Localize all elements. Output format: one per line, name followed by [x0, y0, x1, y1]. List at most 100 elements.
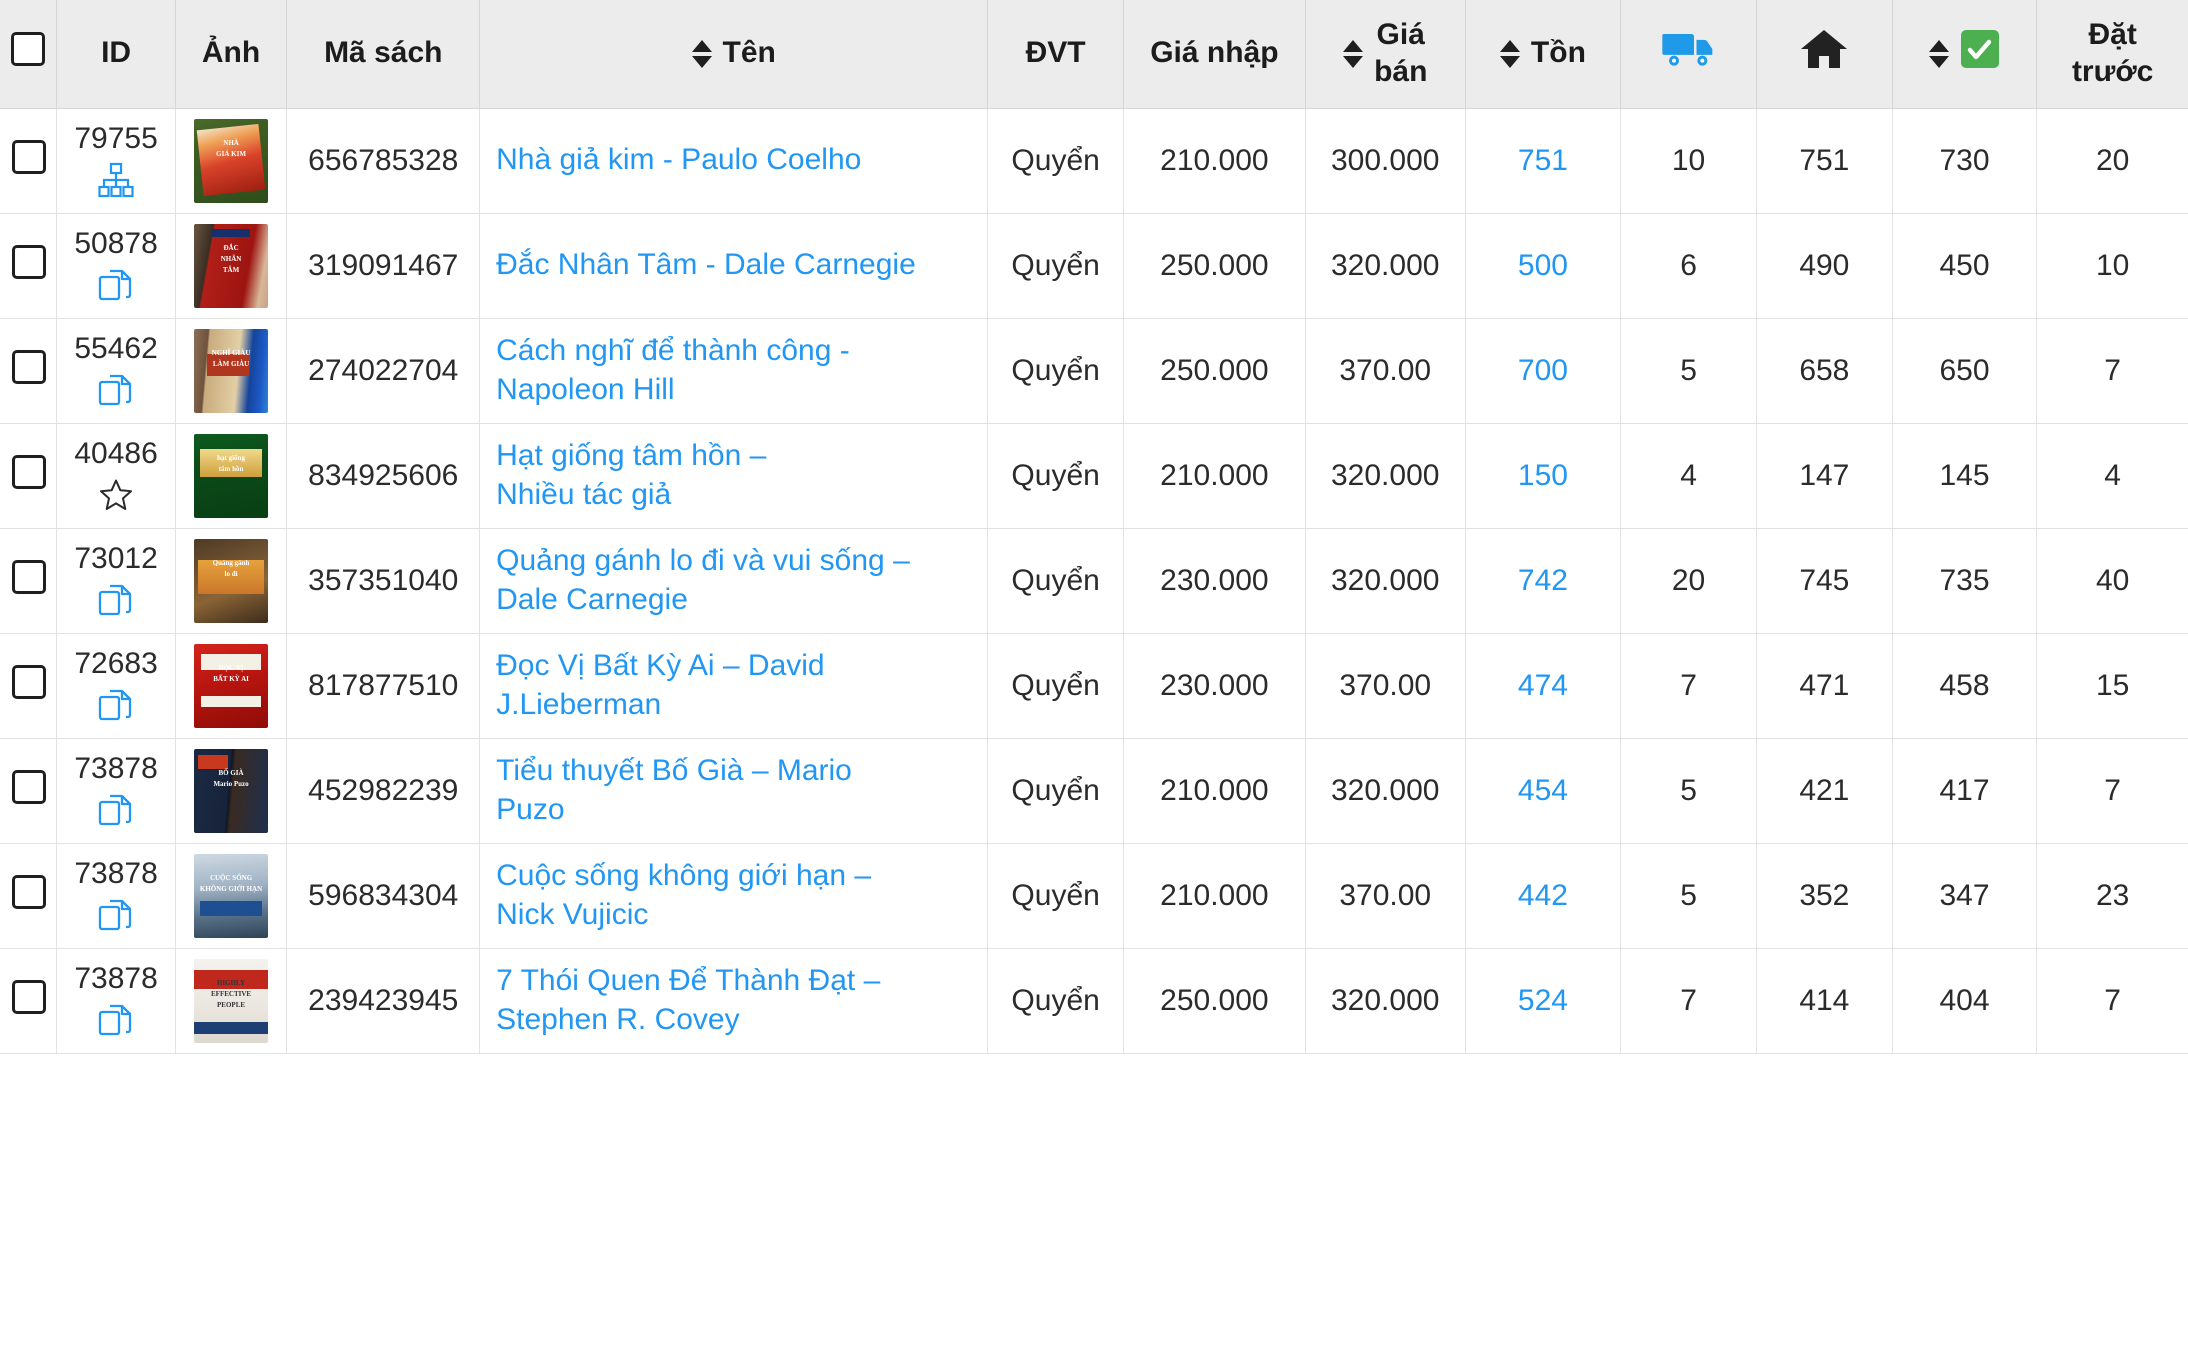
row-select-cell: [0, 738, 57, 843]
book-cover-thumbnail[interactable]: hạt giốngtâm hồn: [194, 434, 268, 518]
row-checkbox[interactable]: [12, 560, 46, 594]
row-id-cell: 72683: [57, 633, 175, 738]
column-header-name[interactable]: Tên: [480, 0, 988, 108]
table-row[interactable]: 55462NGHĨ GIÀULÀM GIÀU274022704Cách nghĩ…: [0, 318, 2188, 423]
row-stock-link[interactable]: 751: [1518, 144, 1568, 177]
table-row[interactable]: 73878BỐ GIÀMario Puzo452982239Tiểu thuyế…: [0, 738, 2188, 843]
table-row[interactable]: 79755NHÀGIẢ KIM656785328Nhà giả kim - Pa…: [0, 108, 2188, 213]
row-shipping-value: 7: [1680, 669, 1697, 702]
row-id-cell: 55462: [57, 318, 175, 423]
row-out-price-value: 320.000: [1331, 249, 1439, 282]
column-header-stock[interactable]: Tồn: [1465, 0, 1621, 108]
row-id-value: 55462: [74, 334, 157, 364]
row-shipping-cell: 5: [1621, 843, 1757, 948]
column-header-available[interactable]: [1892, 0, 2037, 108]
row-checkbox[interactable]: [12, 665, 46, 699]
row-checkbox[interactable]: [12, 455, 46, 489]
row-available-value: 404: [1939, 984, 1989, 1017]
row-id-cell: 79755: [57, 108, 175, 213]
book-cover-thumbnail[interactable]: ĐỌC VỊBẤT KỲ AI: [194, 644, 268, 728]
cover-text: LÀM GIÀU: [194, 361, 268, 368]
row-preorder-value: 7: [2104, 774, 2121, 807]
book-title-link[interactable]: Nhà giả kim - Paulo Coelho: [496, 141, 971, 179]
book-title-link[interactable]: Đọc Vị Bất Kỳ Ai – David J.Lieberman: [496, 647, 971, 724]
row-preorder-cell: 40: [2037, 528, 2188, 633]
table-row[interactable]: 73012 Quảng gánhlo đi 357351040Quảng gánh …: [0, 528, 2188, 633]
book-cover-thumbnail[interactable]: CUỘC SỐNGKHÔNG GIỚI HẠN: [194, 854, 268, 938]
row-unit-value: Quyển: [1011, 459, 1099, 492]
book-title-link[interactable]: Đắc Nhân Tâm - Dale Carnegie: [496, 246, 971, 284]
book-cover-thumbnail[interactable]: ĐẮCNHÂNTÂM: [194, 224, 268, 308]
row-stock-link[interactable]: 524: [1518, 984, 1568, 1017]
column-header-out-price[interactable]: Giá bán: [1305, 0, 1465, 108]
row-unit-value: Quyển: [1011, 669, 1099, 702]
row-stock-link[interactable]: 454: [1518, 774, 1568, 807]
column-header-select: [0, 0, 57, 108]
column-header-code: Mã sách: [287, 0, 480, 108]
row-checkbox[interactable]: [12, 350, 46, 384]
book-title-link[interactable]: Cuộc sống không giới hạn – Nick Vujicic: [496, 857, 971, 934]
column-header-code-label: Mã sách: [324, 35, 442, 72]
row-shipping-value: 5: [1680, 879, 1697, 912]
row-available-value: 735: [1939, 564, 1989, 597]
book-cover-thumbnail[interactable]: NGHĨ GIÀULÀM GIÀU: [194, 329, 268, 413]
table-row[interactable]: 73878CUỘC SỐNGKHÔNG GIỚI HẠN596834304Cuộ…: [0, 843, 2188, 948]
sort-stock-icon[interactable]: [1500, 40, 1520, 68]
row-image-cell: NGHĨ GIÀULÀM GIÀU: [175, 318, 287, 423]
row-shipping-cell: 5: [1621, 738, 1757, 843]
table-row[interactable]: 40486hạt giốngtâm hồn834925606Hạt giống …: [0, 423, 2188, 528]
table-row[interactable]: 73878HIGHLYEFFECTIVEPEOPLE2394239457 Thó…: [0, 948, 2188, 1053]
row-checkbox[interactable]: [12, 770, 46, 804]
table-row[interactable]: 72683ĐỌC VỊBẤT KỲ AI817877510Đọc Vị Bất …: [0, 633, 2188, 738]
sort-available-icon[interactable]: [1929, 40, 1949, 68]
row-image-cell: HIGHLYEFFECTIVEPEOPLE: [175, 948, 287, 1053]
row-stock-link[interactable]: 742: [1518, 564, 1568, 597]
row-shipping-cell: 20: [1621, 528, 1757, 633]
row-id-value: 73012: [74, 544, 157, 574]
row-stock-link[interactable]: 474: [1518, 669, 1568, 702]
book-cover-thumbnail[interactable]: HIGHLYEFFECTIVEPEOPLE: [194, 959, 268, 1043]
row-unit-cell: Quyển: [988, 423, 1124, 528]
row-select-cell: [0, 423, 57, 528]
row-shipping-cell: 5: [1621, 318, 1757, 423]
row-unit-cell: Quyển: [988, 318, 1124, 423]
row-shipping-value: 4: [1680, 459, 1697, 492]
cover-text: Mario Puzo: [194, 781, 268, 788]
row-available-cell: 650: [1892, 318, 2037, 423]
copy-icon: [98, 687, 134, 723]
row-stock-link[interactable]: 442: [1518, 879, 1568, 912]
row-stock-link[interactable]: 700: [1518, 354, 1568, 387]
row-preorder-value: 7: [2104, 984, 2121, 1017]
row-warehouse-cell: 352: [1756, 843, 1892, 948]
select-all-checkbox[interactable]: [11, 32, 45, 66]
book-title-link[interactable]: Cách nghĩ để thành công - Napoleon Hill: [496, 332, 971, 409]
book-cover-thumbnail[interactable]: NHÀGIẢ KIM: [194, 119, 268, 203]
row-warehouse-value: 352: [1799, 879, 1849, 912]
row-checkbox[interactable]: [12, 875, 46, 909]
row-stock-cell: 524: [1465, 948, 1621, 1053]
book-cover-thumbnail[interactable]: Quảng gánhlo đi: [194, 539, 268, 623]
row-in-price-value: 250.000: [1160, 984, 1268, 1017]
book-title-link[interactable]: Hạt giống tâm hồn – Nhiều tác giả: [496, 437, 971, 514]
row-available-cell: 347: [1892, 843, 2037, 948]
row-out-price-value: 320.000: [1331, 564, 1439, 597]
row-checkbox[interactable]: [12, 245, 46, 279]
column-header-shipping: [1621, 0, 1757, 108]
row-code-cell: 357351040: [287, 528, 480, 633]
row-checkbox[interactable]: [12, 980, 46, 1014]
row-code-cell: 834925606: [287, 423, 480, 528]
row-preorder-value: 20: [2096, 144, 2129, 177]
sort-name-icon[interactable]: [692, 40, 712, 68]
row-shipping-cell: 6: [1621, 213, 1757, 318]
sort-out-price-icon[interactable]: [1343, 40, 1363, 68]
table-row[interactable]: 50878ĐẮCNHÂNTÂM319091467Đắc Nhân Tâm - D…: [0, 213, 2188, 318]
book-cover-thumbnail[interactable]: BỐ GIÀMario Puzo: [194, 749, 268, 833]
book-title-link[interactable]: Tiểu thuyết Bố Già – Mario Puzo: [496, 752, 971, 829]
row-image-cell: ĐỌC VỊBẤT KỲ AI: [175, 633, 287, 738]
row-stock-link[interactable]: 500: [1518, 249, 1568, 282]
book-title-link[interactable]: 7 Thói Quen Để Thành Đạt – Stephen R. Co…: [496, 962, 971, 1039]
row-name-cell: Hạt giống tâm hồn – Nhiều tác giả: [480, 423, 988, 528]
book-title-link[interactable]: Quảng gánh lo đi và vui sống – Dale Carn…: [496, 542, 971, 619]
row-checkbox[interactable]: [12, 140, 46, 174]
row-stock-link[interactable]: 150: [1518, 459, 1568, 492]
